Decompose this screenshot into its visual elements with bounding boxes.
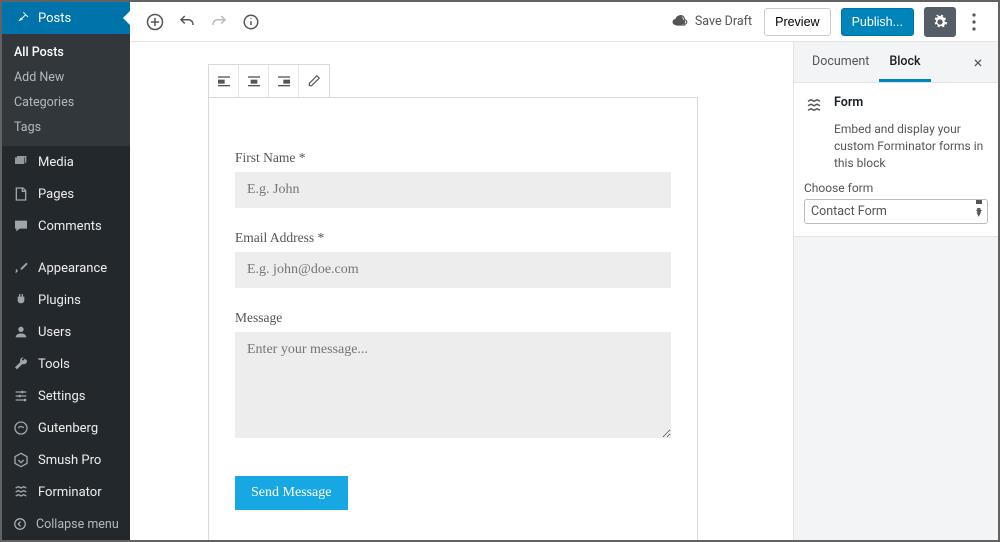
send-message-button[interactable]: Send Message: [235, 476, 348, 510]
cloud-icon: [671, 13, 689, 31]
email-label: Email Address *: [235, 230, 671, 246]
smush-icon: [12, 451, 30, 469]
form-block[interactable]: First Name * Email Address * Message Sen…: [208, 97, 698, 540]
submenu-all-posts[interactable]: All Posts: [2, 40, 130, 65]
sidebar-item-settings[interactable]: Settings: [2, 380, 130, 412]
sidebar-item-label: Tools: [38, 357, 70, 372]
wrench-icon: [12, 355, 30, 373]
sidebar-item-label: Comments: [38, 219, 102, 234]
submenu-categories[interactable]: Categories: [2, 90, 130, 115]
submenu-add-new[interactable]: Add New: [2, 65, 130, 90]
first-name-field[interactable]: [235, 172, 671, 208]
sidebar-item-label: Smush Pro: [38, 453, 101, 468]
edit-button[interactable]: [299, 65, 329, 97]
sidebar-item-label: Media: [38, 155, 74, 170]
brush-icon: [12, 259, 30, 277]
comment-icon: [12, 217, 30, 235]
inspector-block-title: Form: [834, 95, 863, 110]
align-center-button[interactable]: [239, 65, 269, 97]
sidebar-item-appearance[interactable]: Appearance: [2, 252, 130, 284]
sidebar-item-plugins[interactable]: Plugins: [2, 284, 130, 316]
sidebar-item-label: Forminator: [38, 485, 102, 500]
collapse-icon: [12, 516, 28, 532]
media-icon: [12, 153, 30, 171]
close-inspector-button[interactable]: ×: [966, 50, 990, 74]
block-inspector: Document Block × Form Embed and display …: [793, 42, 998, 540]
first-name-label: First Name *: [235, 150, 671, 166]
align-left-button[interactable]: [209, 65, 239, 97]
inspector-block-description: Embed and display your custom Forminator…: [834, 121, 988, 171]
publish-button[interactable]: Publish...: [841, 8, 914, 36]
sidebar-item-tools[interactable]: Tools: [2, 348, 130, 380]
block-editor-canvas[interactable]: First Name * Email Address * Message Sen…: [130, 42, 793, 540]
sidebar-item-label: Pages: [38, 187, 74, 202]
forminator-icon: [12, 483, 30, 501]
redo-button[interactable]: [204, 7, 234, 37]
preview-button[interactable]: Preview: [764, 8, 830, 36]
sidebar-item-label: Plugins: [38, 293, 81, 308]
plug-icon: [12, 291, 30, 309]
page-icon: [12, 185, 30, 203]
sidebar-item-media[interactable]: Media: [2, 146, 130, 178]
sidebar-item-label: Users: [38, 325, 71, 340]
choose-form-label: Choose form: [804, 181, 988, 195]
sidebar-item-label: Settings: [38, 389, 85, 404]
sidebar-item-smush[interactable]: Smush Pro: [2, 444, 130, 476]
sidebar-item-forminator[interactable]: Forminator: [2, 476, 130, 508]
selected-form-value: Contact Form: [811, 204, 887, 219]
submenu-tags[interactable]: Tags: [2, 115, 130, 140]
sidebar-item-label: Appearance: [38, 261, 107, 276]
sliders-icon: [12, 387, 30, 405]
undo-button[interactable]: [172, 7, 202, 37]
pin-icon: [12, 9, 30, 27]
sidebar-item-label: Gutenberg: [38, 421, 98, 436]
info-button[interactable]: [236, 7, 266, 37]
sidebar-item-comments[interactable]: Comments: [2, 210, 130, 242]
message-label: Message: [235, 310, 671, 326]
sidebar-item-label: Posts: [38, 11, 71, 26]
collapse-label: Collapse menu: [36, 517, 119, 532]
tab-block[interactable]: Block: [879, 42, 930, 82]
sidebar-item-users[interactable]: Users: [2, 316, 130, 348]
more-menu-button[interactable]: [960, 7, 988, 37]
add-block-button[interactable]: [140, 7, 170, 37]
sidebar-submenu-posts: All Posts Add New Categories Tags: [2, 34, 130, 146]
gutenberg-icon: [12, 419, 30, 437]
user-icon: [12, 323, 30, 341]
sidebar-item-pages[interactable]: Pages: [2, 178, 130, 210]
admin-sidebar: Posts All Posts Add New Categories Tags …: [2, 2, 130, 540]
form-block-icon: [804, 95, 824, 115]
message-field[interactable]: [235, 332, 671, 438]
block-toolbar: [208, 64, 330, 98]
tab-document[interactable]: Document: [802, 42, 879, 82]
choose-form-select[interactable]: Contact Form ▴▾: [804, 199, 988, 224]
sidebar-item-gutenberg[interactable]: Gutenberg: [2, 412, 130, 444]
editor-topbar: Save Draft Preview Publish...: [130, 2, 998, 42]
settings-button[interactable]: [924, 7, 956, 37]
align-right-button[interactable]: [269, 65, 299, 97]
email-field[interactable]: [235, 252, 671, 288]
sidebar-item-posts[interactable]: Posts: [2, 2, 130, 34]
save-draft-label: Save Draft: [695, 14, 752, 29]
collapse-menu[interactable]: Collapse menu: [2, 508, 130, 540]
save-draft-button[interactable]: Save Draft: [671, 13, 752, 31]
